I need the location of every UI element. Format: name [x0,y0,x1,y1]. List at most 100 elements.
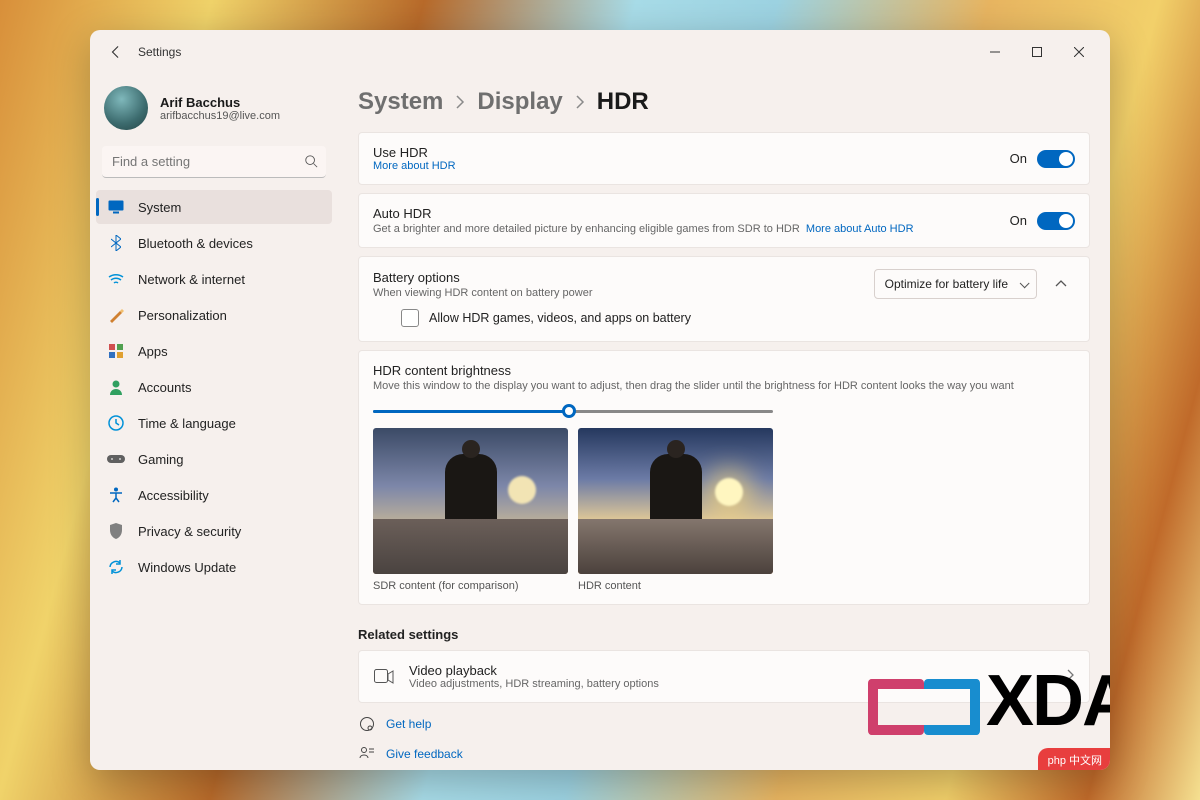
sidebar-item-personalization[interactable]: Personalization [96,298,332,332]
auto-hdr-title: Auto HDR [373,206,1010,221]
use-hdr-link[interactable]: More about HDR [373,160,1010,172]
brightness-title: HDR content brightness [373,363,1075,378]
give-feedback-link[interactable]: Give feedback [386,747,463,761]
sidebar-item-accessibility[interactable]: Accessibility [96,478,332,512]
auto-hdr-switch[interactable] [1037,212,1075,230]
get-help-link[interactable]: Get help [386,717,431,731]
time-icon [106,413,126,433]
brightness-card: HDR content brightness Move this window … [358,350,1090,605]
auto-hdr-sub: Get a brighter and more detailed picture… [373,223,1010,235]
sidebar-item-label: Accessibility [138,488,209,503]
sdr-preview: SDR content (for comparison) [373,428,568,592]
slider-thumb[interactable] [562,404,576,418]
chevron-up-icon [1055,278,1067,290]
chevron-right-icon [575,95,585,109]
settings-window: Settings Arif Bacchus arifbacchus19@live… [90,30,1110,770]
profile-name: Arif Bacchus [160,95,280,110]
battery-select[interactable]: Optimize for battery life [874,269,1037,299]
accounts-icon [106,377,126,397]
battery-sub: When viewing HDR content on battery powe… [373,287,874,299]
system-icon [106,197,126,217]
sidebar-item-time[interactable]: Time & language [96,406,332,440]
breadcrumb-system[interactable]: System [358,88,443,116]
sdr-caption: SDR content (for comparison) [373,580,568,592]
battery-title: Battery options [373,270,874,285]
search-wrap [102,146,326,178]
breadcrumb-hdr: HDR [597,88,649,116]
profile-block[interactable]: Arif Bacchus arifbacchus19@live.com [90,80,338,146]
close-icon [1074,47,1084,57]
video-icon [373,666,395,688]
give-feedback-row: Give feedback [358,745,1090,763]
sidebar-item-gaming[interactable]: Gaming [96,442,332,476]
sidebar-item-label: Gaming [138,452,184,467]
close-button[interactable] [1058,36,1100,68]
profile-email: arifbacchus19@live.com [160,110,280,122]
accessibility-icon [106,485,126,505]
update-icon [106,557,126,577]
content-area: Arif Bacchus arifbacchus19@live.com Syst… [90,74,1110,770]
search-icon [304,154,318,173]
sidebar-item-label: Time & language [138,416,236,431]
use-hdr-card: Use HDR More about HDR On [358,132,1090,185]
app-name: Settings [138,45,181,59]
minimize-button[interactable] [974,36,1016,68]
apps-icon [106,341,126,361]
sidebar-item-label: System [138,200,181,215]
feedback-icon [358,745,376,763]
use-hdr-switch[interactable] [1037,150,1075,168]
use-hdr-title: Use HDR [373,145,1010,160]
auto-hdr-toggle: On [1010,212,1075,230]
breadcrumb: System Display HDR [358,88,1090,116]
sidebar-item-privacy[interactable]: Privacy & security [96,514,332,548]
get-help-row: Get help [358,715,1090,733]
battery-select-value: Optimize for battery life [885,277,1008,291]
sidebar-item-update[interactable]: Windows Update [96,550,332,584]
avatar [104,86,148,130]
breadcrumb-display[interactable]: Display [477,88,562,116]
sidebar-item-accounts[interactable]: Accounts [96,370,332,404]
sidebar-item-bluetooth[interactable]: Bluetooth & devices [96,226,332,260]
arrow-left-icon [109,45,123,59]
hdr-caption: HDR content [578,580,773,592]
sidebar-item-label: Personalization [138,308,227,323]
sdr-preview-image [373,428,568,574]
search-input[interactable] [102,146,326,178]
personalization-icon [106,305,126,325]
video-playback-item[interactable]: Video playback Video adjustments, HDR st… [358,650,1090,703]
hdr-preview: HDR content [578,428,773,592]
window-controls [974,36,1100,68]
gaming-icon [106,449,126,469]
use-hdr-state: On [1010,151,1027,166]
auto-hdr-link[interactable]: More about Auto HDR [806,223,914,235]
maximize-button[interactable] [1016,36,1058,68]
network-icon [106,269,126,289]
slider-fill [373,410,569,413]
chevron-right-icon [455,95,465,109]
battery-options-card: Battery options When viewing HDR content… [358,256,1090,342]
auto-hdr-state: On [1010,213,1027,228]
sidebar-item-label: Apps [138,344,168,359]
battery-checkbox[interactable] [401,309,419,327]
brightness-slider[interactable] [373,402,773,420]
related-heading: Related settings [358,627,1090,642]
auto-hdr-card: Auto HDR Get a brighter and more detaile… [358,193,1090,248]
back-button[interactable] [102,38,130,66]
sidebar-item-label: Network & internet [138,272,245,287]
chevron-right-icon [1067,668,1075,686]
battery-check-label: Allow HDR games, videos, and apps on bat… [429,311,691,325]
battery-collapse-button[interactable] [1047,270,1075,298]
main-panel[interactable]: System Display HDR Use HDR More about HD… [338,74,1110,770]
sidebar: Arif Bacchus arifbacchus19@live.com Syst… [90,74,338,770]
sidebar-item-apps[interactable]: Apps [96,334,332,368]
sidebar-item-system[interactable]: System [96,190,332,224]
preview-row: SDR content (for comparison) HDR content [373,428,1075,592]
video-playback-title: Video playback [409,663,659,678]
titlebar: Settings [90,30,1110,74]
privacy-icon [106,521,126,541]
sidebar-item-network[interactable]: Network & internet [96,262,332,296]
use-hdr-toggle: On [1010,150,1075,168]
help-icon [358,715,376,733]
sidebar-item-label: Accounts [138,380,191,395]
sidebar-item-label: Privacy & security [138,524,241,539]
